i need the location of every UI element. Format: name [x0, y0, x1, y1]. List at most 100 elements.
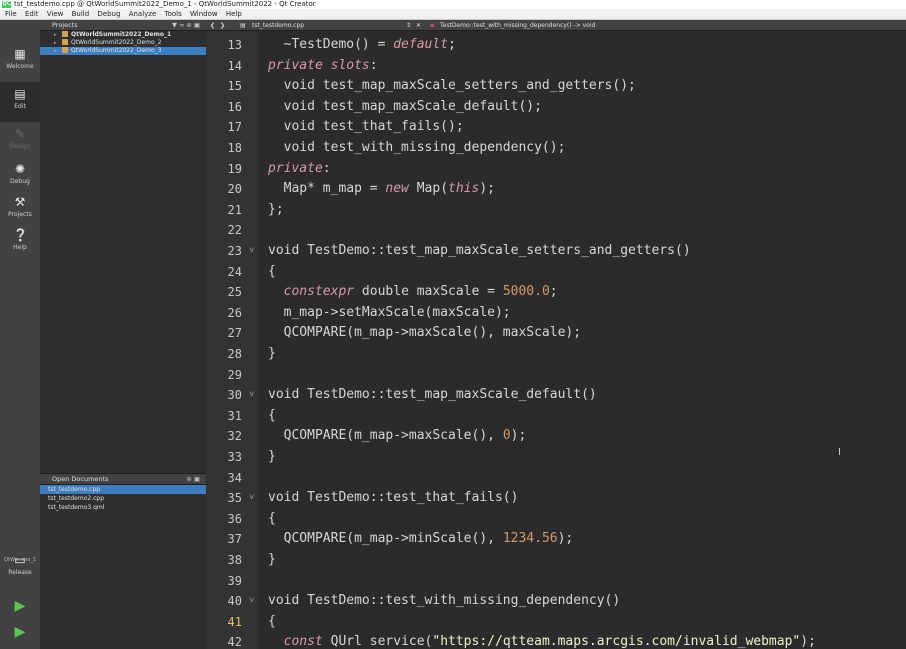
code-line[interactable]: 19 private:: [206, 159, 906, 179]
code-text: constexpr double maxScale = 5000.0;: [283, 284, 558, 300]
code-text: {: [268, 613, 276, 629]
code-line[interactable]: 36 {: [206, 509, 906, 529]
code-text: ~TestDemo() = default;: [268, 37, 456, 52]
mode-label: Help: [13, 244, 27, 251]
fold-marker-icon[interactable]: ˅: [249, 385, 254, 405]
code-line[interactable]: 38}: [206, 550, 906, 570]
close-pane-icon[interactable]: ▣: [194, 21, 202, 29]
qt-creator-logo-icon: QC: [2, 1, 11, 8]
code-line[interactable]: 39: [206, 571, 906, 591]
project-item-demo-1[interactable]: ▸ QtWorldSummit2022_Demo_1: [40, 31, 206, 39]
code-line[interactable]: 33}: [206, 447, 906, 467]
expand-arrow-icon[interactable]: ▸: [54, 39, 57, 47]
code-line[interactable]: 16 void test_map_maxScale_default();: [206, 97, 906, 117]
menu-edit[interactable]: Edit: [25, 10, 39, 18]
menu-analyze[interactable]: Analyze: [129, 10, 157, 18]
menu-debug[interactable]: Debug: [97, 10, 120, 18]
line-number: 17: [227, 120, 242, 135]
code-line[interactable]: 14 private slots:: [206, 56, 906, 76]
open-document-item[interactable]: tst_testdemo3.qml: [40, 503, 206, 512]
code-line[interactable]: 30 ˅ void TestDemo::test_map_maxScale_defa…: [206, 385, 906, 405]
line-number: 41: [227, 614, 242, 629]
close-file-icon[interactable]: ✕: [416, 20, 421, 31]
mode-selector: ▦ Welcome ▤ Edit ✎ Design ✺ Debug ⚒ Proj…: [0, 20, 40, 649]
file-dropdown-icon[interactable]: ⇕: [406, 20, 411, 31]
code-text: }: [268, 552, 276, 567]
split-icon[interactable]: ⊜: [186, 475, 193, 483]
code-line[interactable]: 23 ˅ void TestDemo::test_map_maxScale_sett…: [206, 241, 906, 261]
mode-help[interactable]: ❔ Help: [0, 223, 40, 263]
code-line[interactable]: 18 void test_with_missing_dependency();: [206, 138, 906, 158]
symbol-selector[interactable]: TestDemo::test_with_missing_dependency()…: [440, 20, 595, 31]
line-number: 14: [227, 58, 242, 73]
code-line[interactable]: 17 void test_that_fails();: [206, 117, 906, 137]
code-line[interactable]: 26 m_map->setMaxScale(maxScale);: [206, 303, 906, 323]
line-number: 30: [227, 388, 242, 403]
run-button[interactable]: ▶: [10, 596, 30, 616]
code-line[interactable]: 20 Map* m_map = new Map(this);: [206, 179, 906, 199]
code-line[interactable]: 37 QCOMPARE(m_map->minScale(), 1234.56);: [206, 529, 906, 549]
menu-help[interactable]: Help: [226, 10, 242, 18]
open-document-item[interactable]: tst_testdemo.cpp: [40, 485, 206, 494]
code-line[interactable]: 40 ˅ void TestDemo::test_with_missing_depe…: [206, 591, 906, 611]
fold-marker-icon[interactable]: ˅: [249, 591, 254, 611]
project-item-demo-3[interactable]: ▸ QtWorldSummit2022_Demo_3: [40, 47, 206, 55]
filter-icon[interactable]: ▼: [172, 21, 179, 29]
code-line[interactable]: 32 QCOMPARE(m_map->maxScale(), 0);: [206, 426, 906, 446]
expand-arrow-icon[interactable]: ▸: [54, 31, 57, 39]
code-line[interactable]: 28}: [206, 344, 906, 364]
forward-arrow-icon[interactable]: ❯: [220, 20, 225, 31]
code-line[interactable]: 25 constexpr double maxScale = 5000.0;: [206, 282, 906, 302]
projects-view-selector[interactable]: Projects: [52, 21, 78, 29]
menu-tools[interactable]: Tools: [165, 10, 182, 18]
line-number: 21: [227, 202, 242, 217]
code-line[interactable]: 22: [206, 220, 906, 240]
code-text: {: [268, 263, 276, 279]
code-line[interactable]: 15 void test_map_maxScale_setters_and_ge…: [206, 76, 906, 96]
close-pane-icon[interactable]: ▣: [194, 475, 202, 483]
code-line[interactable]: 42 const QUrl service("https://qtteam.ma…: [206, 632, 906, 649]
code-line[interactable]: 35 ˅ void TestDemo::test_that_fails(): [206, 488, 906, 508]
kit-selector[interactable]: ▭ Release: [0, 548, 40, 588]
file-selector[interactable]: tst_testdemo.cpp: [252, 20, 304, 31]
text-cursor-icon: I: [838, 447, 841, 458]
mode-design[interactable]: ✎ Design: [0, 122, 40, 162]
code-line[interactable]: 27 QCOMPARE(m_map->maxScale(), maxScale)…: [206, 323, 906, 343]
code-line[interactable]: 34: [206, 468, 906, 488]
open-documents-view-selector[interactable]: Open Documents: [52, 475, 109, 483]
code-text: void test_that_fails();: [268, 119, 464, 135]
code-line[interactable]: 41 {: [206, 612, 906, 632]
project-item-demo-2[interactable]: ▸ QtWorldSummit2022_Demo_2: [40, 39, 206, 47]
expand-arrow-icon[interactable]: ▸: [54, 47, 57, 55]
code-line[interactable]: 29: [206, 365, 906, 385]
line-number: 37: [227, 532, 242, 547]
fold-marker-icon[interactable]: ˅: [249, 241, 254, 261]
code-line[interactable]: 31 {: [206, 406, 906, 426]
monitor-icon: ▭: [14, 553, 26, 567]
project-icon: [62, 31, 68, 37]
line-number: 19: [227, 161, 242, 176]
fold-marker-icon[interactable]: ˅: [249, 488, 254, 508]
line-number: 26: [227, 305, 242, 320]
line-number: 33: [227, 450, 242, 464]
line-number: 34: [227, 470, 242, 485]
back-arrow-icon[interactable]: ❮: [210, 20, 215, 31]
open-document-item[interactable]: tst_testdemo2.cpp: [40, 494, 206, 503]
menu-build[interactable]: Build: [72, 10, 90, 18]
project-icon: [62, 47, 68, 53]
split-icon[interactable]: ⊜: [186, 21, 193, 29]
mode-welcome[interactable]: ▦ Welcome: [0, 42, 40, 82]
debug-run-button[interactable]: ▶: [10, 622, 30, 642]
grid-icon: ▦: [14, 47, 26, 61]
symbol-icon: ◆: [430, 22, 435, 29]
code-text: };: [268, 201, 284, 217]
code-line[interactable]: 24 {: [206, 262, 906, 282]
mode-edit[interactable]: ▤ Edit: [0, 82, 40, 122]
menu-file[interactable]: File: [5, 10, 17, 18]
menu-window[interactable]: Window: [190, 10, 218, 18]
window-title: tst_testdemo.cpp @ QtWorldSummit2022_Dem…: [14, 0, 316, 8]
code-line[interactable]: 13 ~TestDemo() = default;: [206, 35, 906, 55]
menu-view[interactable]: View: [47, 10, 64, 18]
code-line[interactable]: 21};: [206, 200, 906, 220]
bug-icon: ✺: [14, 162, 26, 176]
